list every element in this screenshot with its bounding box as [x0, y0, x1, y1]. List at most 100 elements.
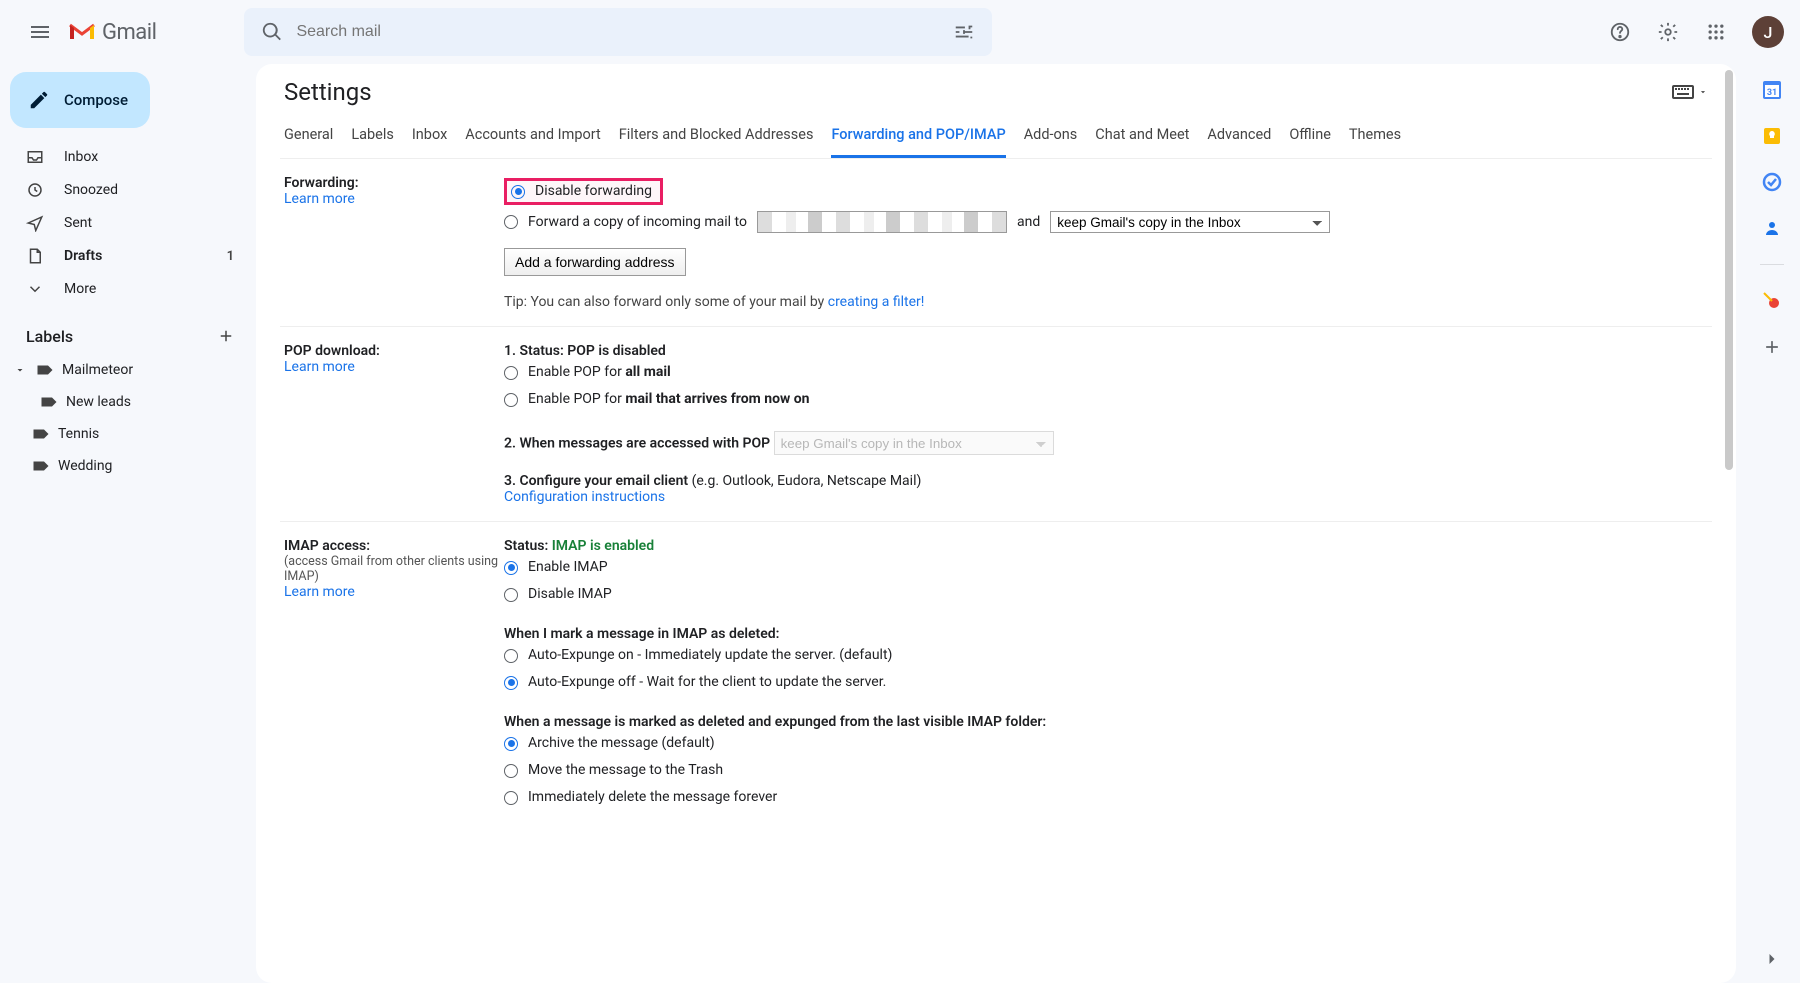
- label-tennis-text: Tennis: [58, 426, 99, 442]
- scrollbar[interactable]: [1725, 70, 1733, 470]
- nav-inbox[interactable]: Inbox: [0, 141, 246, 173]
- label-new-leads-text: New leads: [66, 394, 131, 410]
- gmail-logo[interactable]: Gmail: [68, 20, 156, 45]
- label-tennis[interactable]: Tennis: [0, 418, 256, 450]
- settings-title: Settings: [284, 78, 372, 106]
- radio-delete-forever[interactable]: [504, 791, 518, 805]
- forwarding-learn-more-link[interactable]: Learn more: [284, 191, 504, 207]
- tab-filters[interactable]: Filters and Blocked Addresses: [619, 118, 814, 158]
- forwarding-address-select[interactable]: [757, 211, 1007, 233]
- label-tag-icon: [32, 459, 50, 473]
- settings-panel: Settings General Labels Inbox Accounts a…: [256, 64, 1736, 983]
- gear-icon: [1657, 21, 1679, 43]
- forwarding-action-select[interactable]: keep Gmail's copy in the Inbox: [1050, 211, 1330, 233]
- inbox-icon: [26, 148, 46, 166]
- tab-forwarding[interactable]: Forwarding and POP/IMAP: [831, 118, 1005, 158]
- labels-heading: Labels: [26, 327, 73, 346]
- pop-configure: 3. Configure your email client (e.g. Out…: [504, 473, 1708, 489]
- search-button[interactable]: [252, 12, 292, 52]
- chevron-right-icon: [1762, 949, 1782, 969]
- pop-action-select: keep Gmail's copy in the Inbox: [774, 431, 1054, 455]
- keep-app-button[interactable]: [1762, 126, 1782, 146]
- sidebar: Compose Inbox Snoozed Sent Drafts 1 More…: [0, 64, 256, 983]
- radio-imap-enable[interactable]: [504, 561, 518, 575]
- imap-enable-label: Enable IMAP: [528, 557, 608, 578]
- clock-icon: [26, 181, 46, 199]
- menu-icon: [28, 20, 52, 44]
- google-apps-button[interactable]: [1696, 12, 1736, 52]
- search-options-button[interactable]: [944, 12, 984, 52]
- side-panel: 31: [1744, 64, 1800, 983]
- draft-icon: [26, 247, 46, 265]
- input-tools-button[interactable]: [1672, 85, 1708, 99]
- tab-addons[interactable]: Add-ons: [1024, 118, 1078, 158]
- app-header: Gmail J: [0, 0, 1800, 64]
- pop-config-instructions-link[interactable]: Configuration instructions: [504, 489, 1708, 505]
- settings-button[interactable]: [1648, 12, 1688, 52]
- settings-tabs: General Labels Inbox Accounts and Import…: [280, 110, 1712, 159]
- apps-grid-icon: [1706, 22, 1726, 42]
- tune-icon: [953, 21, 975, 43]
- nav-drafts-count: 1: [227, 249, 234, 264]
- radio-expunge-off[interactable]: [504, 676, 518, 690]
- tab-themes[interactable]: Themes: [1349, 118, 1401, 158]
- meteor-icon: [1762, 291, 1782, 311]
- radio-pop-now[interactable]: [504, 393, 518, 407]
- nav-snoozed[interactable]: Snoozed: [0, 174, 246, 206]
- radio-trash[interactable]: [504, 764, 518, 778]
- label-new-leads[interactable]: New leads: [0, 386, 256, 418]
- label-tag-icon: [40, 395, 58, 409]
- keep-icon: [1762, 126, 1782, 146]
- tasks-app-button[interactable]: [1762, 172, 1782, 192]
- pop-section: POP download: Learn more 1. Status: POP …: [280, 327, 1712, 522]
- add-forwarding-address-button[interactable]: Add a forwarding address: [504, 248, 686, 276]
- tab-general[interactable]: General: [284, 118, 333, 158]
- radio-imap-disable[interactable]: [504, 588, 518, 602]
- forwarding-heading: Forwarding:: [284, 175, 504, 191]
- tab-offline[interactable]: Offline: [1289, 118, 1331, 158]
- archive-label: Archive the message (default): [528, 733, 715, 754]
- help-icon: [1609, 21, 1631, 43]
- tab-chat[interactable]: Chat and Meet: [1095, 118, 1189, 158]
- main-menu-button[interactable]: [16, 8, 64, 56]
- imap-heading: IMAP access:: [284, 538, 504, 554]
- side-panel-collapse-button[interactable]: [1760, 947, 1784, 971]
- addon-app-button[interactable]: [1762, 291, 1782, 311]
- radio-disable-forwarding[interactable]: [511, 185, 525, 199]
- gmail-logo-text: Gmail: [102, 20, 156, 45]
- get-addons-button[interactable]: [1762, 337, 1782, 357]
- contacts-app-button[interactable]: [1762, 218, 1782, 238]
- imap-learn-more-link[interactable]: Learn more: [284, 584, 504, 600]
- compose-label: Compose: [64, 91, 128, 109]
- tab-inbox[interactable]: Inbox: [412, 118, 447, 158]
- label-mailmeteor[interactable]: Mailmeteor: [0, 354, 256, 386]
- dropdown-caret-icon: [1698, 87, 1708, 97]
- add-label-button[interactable]: [214, 324, 238, 348]
- radio-archive[interactable]: [504, 737, 518, 751]
- support-button[interactable]: [1600, 12, 1640, 52]
- contacts-icon: [1762, 218, 1782, 238]
- create-filter-link[interactable]: creating a filter!: [828, 294, 925, 310]
- tab-labels[interactable]: Labels: [351, 118, 394, 158]
- calendar-app-button[interactable]: 31: [1762, 80, 1782, 100]
- nav-more[interactable]: More: [0, 273, 246, 305]
- search-input[interactable]: [292, 23, 944, 41]
- pop-learn-more-link[interactable]: Learn more: [284, 359, 504, 375]
- forward-copy-label: Forward a copy of incoming mail to: [528, 212, 747, 233]
- account-avatar[interactable]: J: [1752, 16, 1784, 48]
- compose-button[interactable]: Compose: [10, 72, 150, 128]
- pop-heading: POP download:: [284, 343, 504, 359]
- radio-forward-copy[interactable]: [504, 215, 518, 229]
- nav-sent[interactable]: Sent: [0, 207, 246, 239]
- imap-expunged-heading: When a message is marked as deleted and …: [504, 714, 1708, 730]
- caret-icon: [14, 364, 28, 376]
- radio-pop-all[interactable]: [504, 366, 518, 380]
- forwarding-tip: Tip: You can also forward only some of y…: [504, 294, 1708, 310]
- label-wedding[interactable]: Wedding: [0, 450, 256, 482]
- nav-drafts[interactable]: Drafts 1: [0, 240, 246, 272]
- label-tag-icon: [32, 427, 50, 441]
- tab-advanced[interactable]: Advanced: [1207, 118, 1271, 158]
- disable-forwarding-label: Disable forwarding: [535, 181, 652, 202]
- tab-accounts[interactable]: Accounts and Import: [465, 118, 600, 158]
- radio-expunge-on[interactable]: [504, 649, 518, 663]
